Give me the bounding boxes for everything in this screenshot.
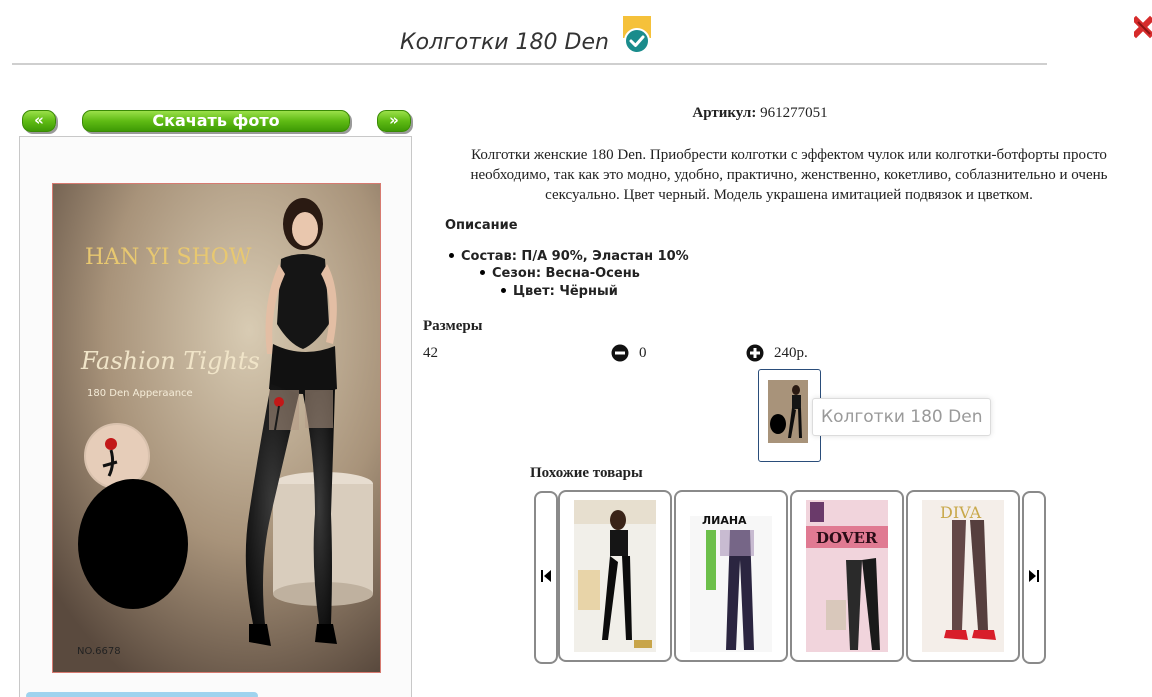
carousel-next-button[interactable] bbox=[1022, 491, 1046, 664]
photo-model-no: NO.6678 bbox=[77, 646, 121, 657]
product-tooltip: Колготки 180 Den bbox=[812, 398, 992, 436]
property-item: Состав: П/А 90%, Эластан 10% bbox=[449, 249, 689, 264]
similar-product-card[interactable]: DIVA bbox=[906, 490, 1020, 662]
photo-brand: HAN YI SHOW bbox=[85, 245, 252, 270]
minus-circle-icon[interactable] bbox=[611, 344, 629, 362]
property-item: Сезон: Весна-Осень bbox=[480, 266, 640, 281]
quantity-value: 0 bbox=[639, 345, 647, 361]
plus-circle-icon[interactable] bbox=[746, 344, 764, 362]
card-brand: DIVA bbox=[940, 503, 982, 522]
article-label: Артикул: bbox=[692, 105, 757, 121]
description-heading: Описание bbox=[445, 218, 518, 233]
title-divider bbox=[12, 63, 1047, 65]
verified-badge-icon bbox=[623, 16, 651, 56]
first-page-icon bbox=[541, 570, 551, 582]
product-photo[interactable]: HAN YI SHOW Fashion Tights 180 Den Apper… bbox=[52, 183, 381, 673]
bullet-icon bbox=[501, 288, 506, 293]
close-icon[interactable] bbox=[1131, 14, 1152, 48]
page-title: Колготки 180 Den bbox=[400, 30, 609, 55]
bullet-icon bbox=[449, 253, 454, 258]
size-thumbnail-image[interactable] bbox=[768, 380, 808, 443]
similar-product-card[interactable] bbox=[558, 490, 672, 662]
photo-thumbnail-strip[interactable] bbox=[26, 692, 258, 697]
card-brand: DOVER bbox=[816, 529, 878, 547]
prev-photo-button[interactable]: « bbox=[22, 110, 56, 132]
similar-products-heading: Похожие товары bbox=[530, 465, 643, 481]
photo-subtitle: 180 Den Apperaance bbox=[87, 388, 193, 399]
bullet-icon bbox=[480, 270, 485, 275]
article-value: 961277051 bbox=[760, 105, 828, 121]
photo-script: Fashion Tights bbox=[80, 347, 260, 375]
size-value: 42 bbox=[423, 345, 438, 361]
property-item: Цвет: Чёрный bbox=[501, 284, 618, 299]
last-page-icon bbox=[1029, 570, 1039, 582]
price-value: 240р. bbox=[774, 345, 808, 361]
card-brand: ЛИАНА bbox=[702, 514, 747, 527]
sizes-heading: Размеры bbox=[423, 318, 483, 334]
similar-product-card[interactable]: ЛИАНА bbox=[674, 490, 788, 662]
download-photo-button[interactable]: Скачать фото bbox=[82, 110, 350, 132]
carousel-prev-button[interactable] bbox=[534, 491, 558, 664]
similar-product-card[interactable]: DOVER bbox=[790, 490, 904, 662]
product-description: Колготки женские 180 Den. Приобрести кол… bbox=[470, 147, 1108, 203]
article-line: Артикул: 961277051 bbox=[600, 105, 920, 122]
next-photo-button[interactable]: » bbox=[377, 110, 411, 132]
